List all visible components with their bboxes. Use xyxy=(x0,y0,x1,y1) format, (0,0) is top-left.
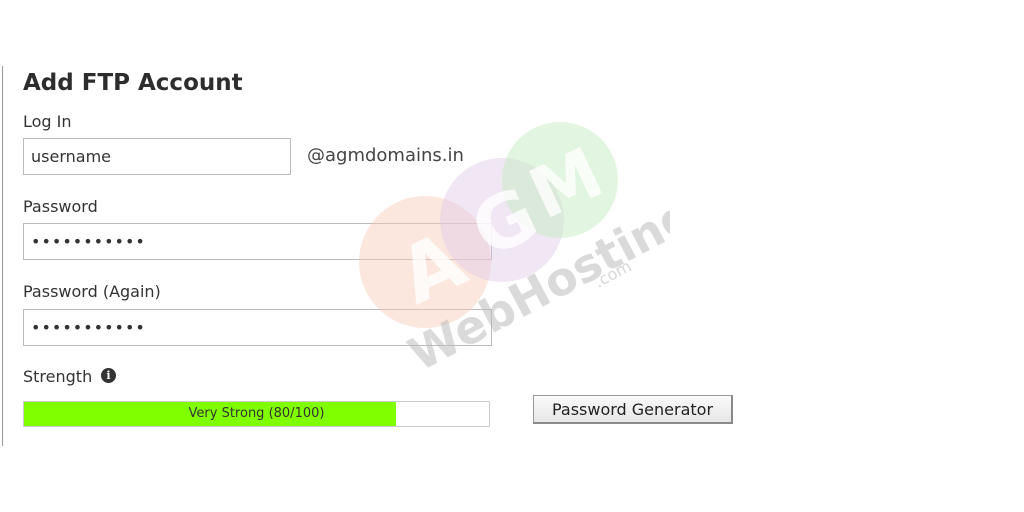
password-generator-button[interactable]: Password Generator xyxy=(533,395,733,424)
watermark-brand-text: WebHosting xyxy=(400,187,670,380)
login-label: Log In xyxy=(23,112,72,131)
watermark-circle-green xyxy=(502,122,618,238)
password-again-label: Password (Again) xyxy=(23,282,161,301)
add-ftp-account-panel: Add FTP Account Log In @agmdomains.in Pa… xyxy=(0,0,1024,512)
strength-meter-text: Very Strong (80/100) xyxy=(188,406,325,421)
password-again-input[interactable] xyxy=(23,309,492,346)
domain-suffix: @agmdomains.in xyxy=(307,145,464,166)
password-input[interactable] xyxy=(23,223,492,260)
watermark-circle-purple xyxy=(440,158,564,282)
watermark-brand-suffix: .com xyxy=(591,256,635,291)
left-divider xyxy=(2,66,3,446)
login-input[interactable] xyxy=(23,138,291,175)
strength-meter: Very Strong (80/100) xyxy=(23,401,490,427)
info-icon[interactable]: i xyxy=(101,368,116,383)
page-title: Add FTP Account xyxy=(23,70,243,96)
password-label: Password xyxy=(23,197,98,216)
strength-label: Strength xyxy=(23,367,93,386)
watermark-letter-m: M xyxy=(517,132,615,236)
